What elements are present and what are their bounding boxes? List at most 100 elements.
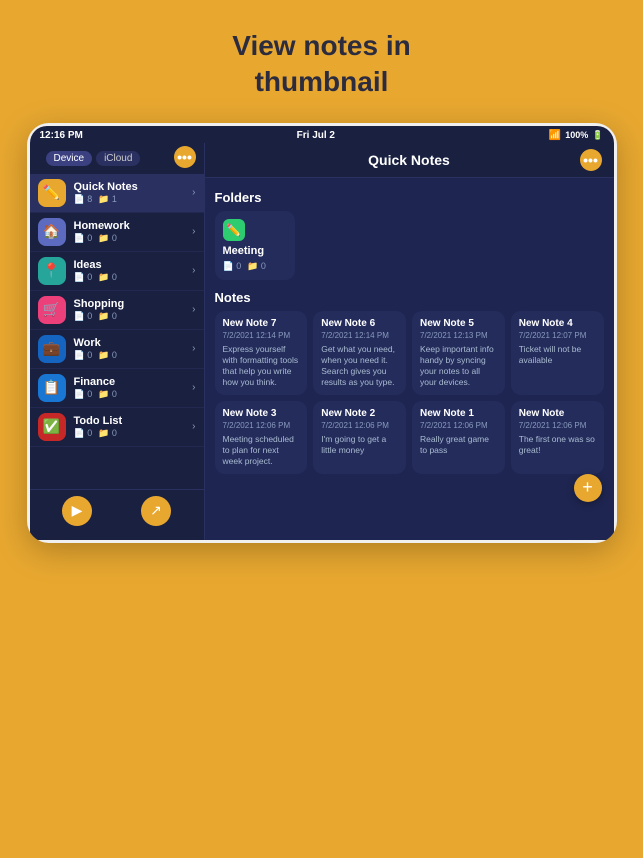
note-card[interactable]: New Note 2 7/2/2021 12:06 PM I'm going t… (313, 401, 406, 474)
item-icon: ✅ (38, 413, 66, 441)
app-container: Device iCloud ••• ✏️ Quick Notes 📄 8 📁 1… (30, 143, 614, 540)
sidebar: Device iCloud ••• ✏️ Quick Notes 📄 8 📁 1… (30, 143, 205, 540)
note-preview: Ticket will not be available (519, 344, 596, 366)
note-date: 7/2/2021 12:06 PM (223, 421, 300, 430)
item-icon: 🛒 (38, 296, 66, 324)
main-body: Folders ✏️ Meeting 📄 0 📁 0 Notes New Not… (205, 178, 614, 540)
note-title: New Note 7 (223, 318, 300, 329)
folder-name: Meeting (223, 245, 287, 257)
status-bar: 12:16 PM Fri Jul 2 📶 100% 🔋 (30, 126, 614, 143)
note-title: New Note 4 (519, 318, 596, 329)
note-preview: I'm going to get a little money (321, 434, 398, 456)
wifi-icon: 📶 (549, 130, 561, 141)
note-date: 7/2/2021 12:07 PM (519, 331, 596, 340)
status-time: 12:16 PM (40, 130, 83, 141)
folders-row: ✏️ Meeting 📄 0 📁 0 (215, 211, 604, 280)
item-meta: 📄 0 📁 0 (74, 389, 193, 400)
sidebar-item-quick-notes[interactable]: ✏️ Quick Notes 📄 8 📁 1 › (30, 174, 204, 213)
note-date: 7/2/2021 12:14 PM (321, 331, 398, 340)
note-card[interactable]: New Note 7/2/2021 12:06 PM The first one… (511, 401, 604, 474)
note-card[interactable]: New Note 7 7/2/2021 12:14 PM Express you… (215, 311, 308, 395)
note-title: New Note 2 (321, 408, 398, 419)
note-title: New Note 3 (223, 408, 300, 419)
item-meta: 📄 0 📁 0 (74, 311, 193, 322)
item-name: Todo List (74, 415, 193, 427)
note-card[interactable]: New Note 6 7/2/2021 12:14 PM Get what yo… (313, 311, 406, 395)
chevron-icon: › (192, 304, 195, 315)
item-icon: 💼 (38, 335, 66, 363)
play-button[interactable]: ▶ (62, 496, 92, 526)
sidebar-item-work[interactable]: 💼 Work 📄 0 📁 0 › (30, 330, 204, 369)
sidebar-item-homework[interactable]: 🏠 Homework 📄 0 📁 0 › (30, 213, 204, 252)
note-preview: Keep important info handy by syncing you… (420, 344, 497, 388)
folder-icon: ✏️ (223, 219, 245, 241)
share-button[interactable]: ↗ (141, 496, 171, 526)
sidebar-item-todo-list[interactable]: ✅ Todo List 📄 0 📁 0 › (30, 408, 204, 447)
note-preview: Really great game to pass (420, 434, 497, 456)
sidebar-items-list: ✏️ Quick Notes 📄 8 📁 1 › 🏠 Homework 📄 0 … (30, 174, 204, 489)
folders-section-label: Folders (215, 190, 604, 205)
folder-meta: 📄 0 📁 0 (223, 261, 287, 272)
note-count: 📄 0 (74, 272, 93, 283)
item-name: Ideas (74, 259, 193, 271)
item-name: Shopping (74, 298, 193, 310)
status-date: Fri Jul 2 (297, 130, 335, 141)
item-name: Homework (74, 220, 193, 232)
note-count: 📄 0 (74, 233, 93, 244)
note-date: 7/2/2021 12:06 PM (420, 421, 497, 430)
battery-icon: 🔋 (592, 130, 603, 141)
main-header: Quick Notes ••• (205, 143, 614, 178)
notes-grid: New Note 7 7/2/2021 12:14 PM Express you… (215, 311, 604, 474)
tab-device[interactable]: Device (46, 151, 93, 166)
note-date: 7/2/2021 12:13 PM (420, 331, 497, 340)
folder-card[interactable]: ✏️ Meeting 📄 0 📁 0 (215, 211, 295, 280)
folder-count: 📁 1 (98, 194, 117, 205)
notes-section-label: Notes (215, 290, 604, 305)
sidebar-item-shopping[interactable]: 🛒 Shopping 📄 0 📁 0 › (30, 291, 204, 330)
item-icon: 🏠 (38, 218, 66, 246)
note-card[interactable]: New Note 4 7/2/2021 12:07 PM Ticket will… (511, 311, 604, 395)
chevron-icon: › (192, 187, 195, 198)
note-title: New Note 6 (321, 318, 398, 329)
note-count: 📄 0 (74, 389, 93, 400)
item-name: Work (74, 337, 193, 349)
note-title: New Note (519, 408, 596, 419)
chevron-icon: › (192, 382, 195, 393)
fab-button[interactable]: + (574, 474, 602, 502)
note-preview: The first one was so great! (519, 434, 596, 456)
note-count: 📄 8 (74, 194, 93, 205)
note-title: New Note 1 (420, 408, 497, 419)
item-meta: 📄 8 📁 1 (74, 194, 193, 205)
chevron-icon: › (192, 421, 195, 432)
note-date: 7/2/2021 12:06 PM (321, 421, 398, 430)
note-card[interactable]: New Note 3 7/2/2021 12:06 PM Meeting sch… (215, 401, 308, 474)
sidebar-item-finance[interactable]: 📋 Finance 📄 0 📁 0 › (30, 369, 204, 408)
note-preview: Meeting scheduled to plan for next week … (223, 434, 300, 467)
note-card[interactable]: New Note 5 7/2/2021 12:13 PM Keep import… (412, 311, 505, 395)
folder-count: 📁 0 (98, 233, 117, 244)
sidebar-item-ideas[interactable]: 📍 Ideas 📄 0 📁 0 › (30, 252, 204, 291)
note-count: 📄 0 (74, 350, 93, 361)
note-date: 7/2/2021 12:14 PM (223, 331, 300, 340)
note-preview: Get what you need, when you need it. Sea… (321, 344, 398, 388)
note-preview: Express yourself with formatting tools t… (223, 344, 300, 388)
item-meta: 📄 0 📁 0 (74, 272, 193, 283)
item-icon: 📍 (38, 257, 66, 285)
item-icon: 📋 (38, 374, 66, 402)
tab-icloud[interactable]: iCloud (96, 151, 140, 166)
note-title: New Note 5 (420, 318, 497, 329)
folder-count: 📁 0 (98, 389, 117, 400)
device-frame: 12:16 PM Fri Jul 2 📶 100% 🔋 Device iClou… (27, 123, 617, 543)
item-name: Finance (74, 376, 193, 388)
note-card[interactable]: New Note 1 7/2/2021 12:06 PM Really grea… (412, 401, 505, 474)
sidebar-more-button[interactable]: ••• (174, 146, 196, 168)
page-headline: View notes in thumbnail (232, 28, 410, 101)
folder-count: 📁 0 (98, 350, 117, 361)
item-meta: 📄 0 📁 0 (74, 233, 193, 244)
main-content: Quick Notes ••• Folders ✏️ Meeting 📄 0 📁… (205, 143, 614, 540)
item-meta: 📄 0 📁 0 (74, 350, 193, 361)
chevron-icon: › (192, 226, 195, 237)
chevron-icon: › (192, 265, 195, 276)
main-more-button[interactable]: ••• (580, 149, 602, 171)
folder-count: 📁 0 (98, 272, 117, 283)
